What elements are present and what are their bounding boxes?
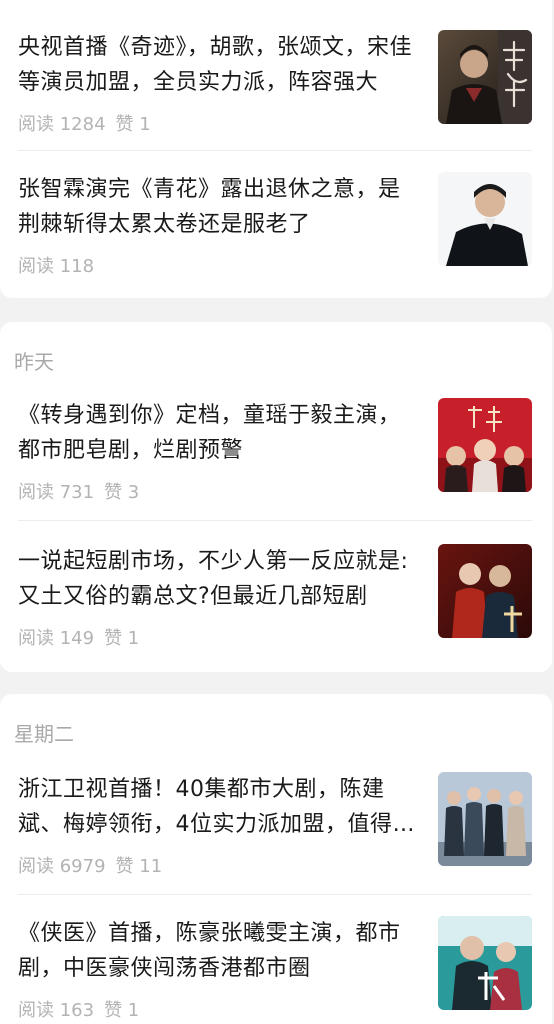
article-item[interactable]: 《转身遇到你》定档，童瑶于毅主演，都市肥皂剧，烂剧预警 阅读 731 赞 3 <box>0 398 552 516</box>
article-title: 央视首播《奇迹》，胡歌，张颂文，宋佳等演员加盟，全员实力派，阵容强大 <box>18 35 413 95</box>
poster-zhuanshen-icon <box>438 398 532 492</box>
like-count: 赞 1 <box>104 628 140 649</box>
article-meta: 阅读 6979 赞 11 <box>18 856 162 878</box>
read-count: 阅读 6979 <box>18 856 106 877</box>
article-title: 张智霖演完《青花》露出退休之意，是荆棘斩得太累太卷还是服老了 <box>18 177 401 237</box>
article-title: 一说起短剧市场，不少人第一反应就是:又土又俗的霸总文?但最近几部短剧 <box>18 549 409 609</box>
article-meta: 阅读 1284 赞 1 <box>18 114 151 136</box>
article-item[interactable]: 《侠医》首播，陈豪张曦雯主演，都市剧，中医豪侠闯荡香港都市圈 阅读 163 赞 1 <box>0 916 552 1024</box>
article-thumbnail <box>438 172 532 266</box>
article-title: 《转身遇到你》定档，童瑶于毅主演，都市肥皂剧，烂剧预警 <box>18 403 401 463</box>
poster-drama-icon <box>438 544 532 638</box>
read-count: 阅读 149 <box>18 628 95 649</box>
article-item[interactable]: 张智霖演完《青花》露出退休之意，是荆棘斩得太累太卷还是服老了 阅读 118 <box>0 172 552 290</box>
article-meta: 阅读 731 赞 3 <box>18 482 139 504</box>
like-count: 赞 3 <box>104 482 140 503</box>
article-meta: 阅读 149 赞 1 <box>18 628 139 650</box>
item-divider <box>18 894 532 895</box>
article-title: 《侠医》首播，陈豪张曦雯主演，都市剧，中医豪侠闯荡香港都市圈 <box>18 921 401 981</box>
article-item[interactable]: 浙江卫视首播！40集都市大剧，陈建斌、梅婷领衔，4位实力派加盟，值得期待 阅读 … <box>0 772 552 890</box>
read-count: 阅读 118 <box>18 256 95 277</box>
article-group-card: 央视首播《奇迹》，胡歌，张颂文，宋佳等演员加盟，全员实力派，阵容强大 阅读 12… <box>0 0 552 298</box>
article-thumbnail <box>438 544 532 638</box>
poster-qiji-icon <box>438 30 532 124</box>
like-count: 赞 1 <box>104 1000 140 1021</box>
item-divider <box>18 150 532 151</box>
portrait-actor-icon <box>438 172 532 266</box>
like-count: 赞 11 <box>115 856 163 877</box>
article-meta: 阅读 163 赞 1 <box>18 1000 139 1022</box>
read-count: 阅读 1284 <box>18 114 106 135</box>
section-date-label: 昨天 <box>14 350 54 374</box>
read-count: 阅读 163 <box>18 1000 95 1021</box>
article-thumbnail <box>438 398 532 492</box>
article-thumbnail <box>438 30 532 124</box>
article-item[interactable]: 一说起短剧市场，不少人第一反应就是:又土又俗的霸总文?但最近几部短剧 阅读 14… <box>0 544 552 662</box>
article-thumbnail <box>438 772 532 866</box>
poster-cast-icon <box>438 772 532 866</box>
article-title: 浙江卫视首播！40集都市大剧，陈建斌、梅婷领衔，4位实力派加盟，值得期待 <box>18 777 415 837</box>
article-list-page: 央视首播《奇迹》，胡歌，张颂文，宋佳等演员加盟，全员实力派，阵容强大 阅读 12… <box>0 0 554 1024</box>
article-group-card: 星期二 浙江卫视首播！40集都市大剧，陈建斌、梅婷领衔，4位实力派加盟，值得期待… <box>0 694 552 1024</box>
article-thumbnail <box>438 916 532 1010</box>
item-divider <box>18 520 532 521</box>
article-group-card: 昨天 《转身遇到你》定档，童瑶于毅主演，都市肥皂剧，烂剧预警 阅读 731 赞 3 <box>0 322 552 672</box>
article-item[interactable]: 央视首播《奇迹》，胡歌，张颂文，宋佳等演员加盟，全员实力派，阵容强大 阅读 12… <box>0 30 552 148</box>
like-count: 赞 1 <box>115 114 151 135</box>
article-meta: 阅读 118 <box>18 256 94 278</box>
section-date-label: 星期二 <box>14 722 74 746</box>
read-count: 阅读 731 <box>18 482 95 503</box>
poster-xiayi-icon <box>438 916 532 1010</box>
